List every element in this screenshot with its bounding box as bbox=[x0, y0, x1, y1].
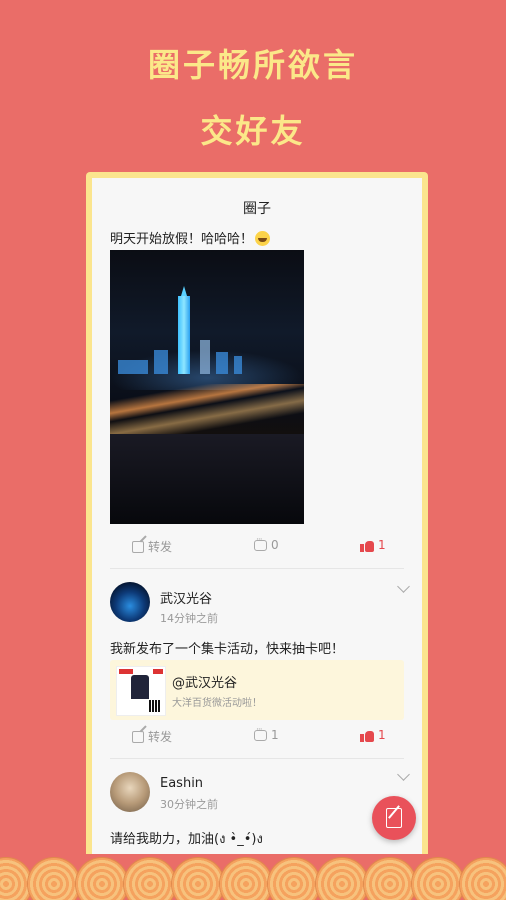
username[interactable]: 武汉光谷 bbox=[160, 588, 212, 607]
price-tag bbox=[119, 669, 133, 674]
promo-headline-2: 交好友 bbox=[200, 112, 306, 150]
building bbox=[154, 350, 168, 374]
avatar[interactable] bbox=[110, 772, 150, 812]
circle-feed-screen: 圈子 明天开始放假！哈哈哈！ 转发 0 1 武汉光谷 14分钟之前 我新发布 bbox=[92, 178, 422, 854]
comment-count: 1 bbox=[271, 728, 279, 742]
swirl-decoration bbox=[412, 858, 464, 900]
thumbs-up-icon bbox=[360, 729, 374, 742]
post-text: 我新发布了一个集卡活动，快来抽卡吧！ bbox=[110, 642, 345, 657]
swirl-decoration bbox=[220, 858, 272, 900]
swirl-decoration bbox=[28, 858, 80, 900]
swirl-decoration bbox=[172, 858, 224, 900]
qr-code-icon bbox=[149, 700, 161, 712]
share-icon bbox=[132, 730, 144, 743]
comment-count: 0 bbox=[271, 538, 279, 552]
building bbox=[118, 360, 148, 374]
comment-button[interactable]: 0 bbox=[254, 535, 279, 552]
swirl-decoration bbox=[0, 858, 32, 900]
swirl-decoration bbox=[364, 858, 416, 900]
thumbs-up-icon bbox=[360, 539, 374, 552]
chevron-down-icon[interactable] bbox=[397, 580, 410, 593]
like-button[interactable]: 1 bbox=[360, 728, 386, 742]
price-tag bbox=[153, 669, 163, 674]
share-button[interactable]: 转发 bbox=[132, 728, 172, 745]
post-text: 请给我助力，加油(ง •̀_•́)ง bbox=[110, 832, 263, 847]
username[interactable]: Eashin bbox=[160, 776, 203, 791]
share-label: 转发 bbox=[148, 730, 173, 744]
share-card-title: @武汉光谷 bbox=[172, 676, 238, 691]
edit-icon bbox=[386, 808, 402, 828]
activity-thumbnail bbox=[116, 666, 166, 716]
swirl-decoration bbox=[124, 858, 176, 900]
page-title: 圈子 bbox=[243, 201, 271, 217]
post-text: 明天开始放假！哈哈哈！ bbox=[110, 228, 271, 247]
skyscraper bbox=[178, 286, 190, 374]
share-icon bbox=[132, 540, 144, 553]
shared-activity-card[interactable]: @武汉光谷 大洋百货微活动啦！ bbox=[110, 660, 404, 720]
swirl-decoration bbox=[316, 858, 368, 900]
avatar[interactable] bbox=[110, 582, 150, 622]
city-lights bbox=[110, 384, 304, 434]
share-label: 转发 bbox=[148, 540, 173, 554]
swirl-decoration bbox=[460, 858, 506, 900]
share-card-description: 大洋百货微活动啦！ bbox=[172, 698, 262, 709]
comment-button[interactable]: 1 bbox=[254, 725, 279, 742]
grinning-face-icon bbox=[255, 231, 271, 246]
post-time: 14分钟之前 bbox=[160, 612, 218, 625]
like-button[interactable]: 1 bbox=[360, 538, 386, 552]
divider bbox=[110, 758, 404, 759]
post-actions: 转发 1 1 bbox=[92, 725, 422, 748]
post-photo[interactable] bbox=[110, 250, 304, 524]
post-time: 30分钟之前 bbox=[160, 798, 218, 811]
promo-headline-1: 圈子畅所欲言 bbox=[147, 46, 358, 84]
post-actions: 转发 0 1 bbox=[92, 535, 422, 558]
comment-icon bbox=[254, 725, 267, 741]
river-water bbox=[110, 434, 304, 524]
like-count: 1 bbox=[378, 538, 386, 552]
building bbox=[234, 356, 242, 374]
post-text-content: 明天开始放假！哈哈哈！ bbox=[110, 232, 254, 247]
chevron-down-icon[interactable] bbox=[397, 768, 410, 781]
building bbox=[216, 352, 228, 374]
compose-button[interactable] bbox=[372, 796, 416, 840]
comment-icon bbox=[254, 535, 267, 551]
swirl-decoration bbox=[76, 858, 128, 900]
building bbox=[200, 340, 210, 374]
divider bbox=[110, 568, 404, 569]
swirl-decoration bbox=[268, 858, 320, 900]
like-count: 1 bbox=[378, 728, 386, 742]
shirt-image bbox=[131, 675, 149, 699]
decorative-wave-border bbox=[0, 854, 506, 900]
share-button[interactable]: 转发 bbox=[132, 538, 172, 555]
